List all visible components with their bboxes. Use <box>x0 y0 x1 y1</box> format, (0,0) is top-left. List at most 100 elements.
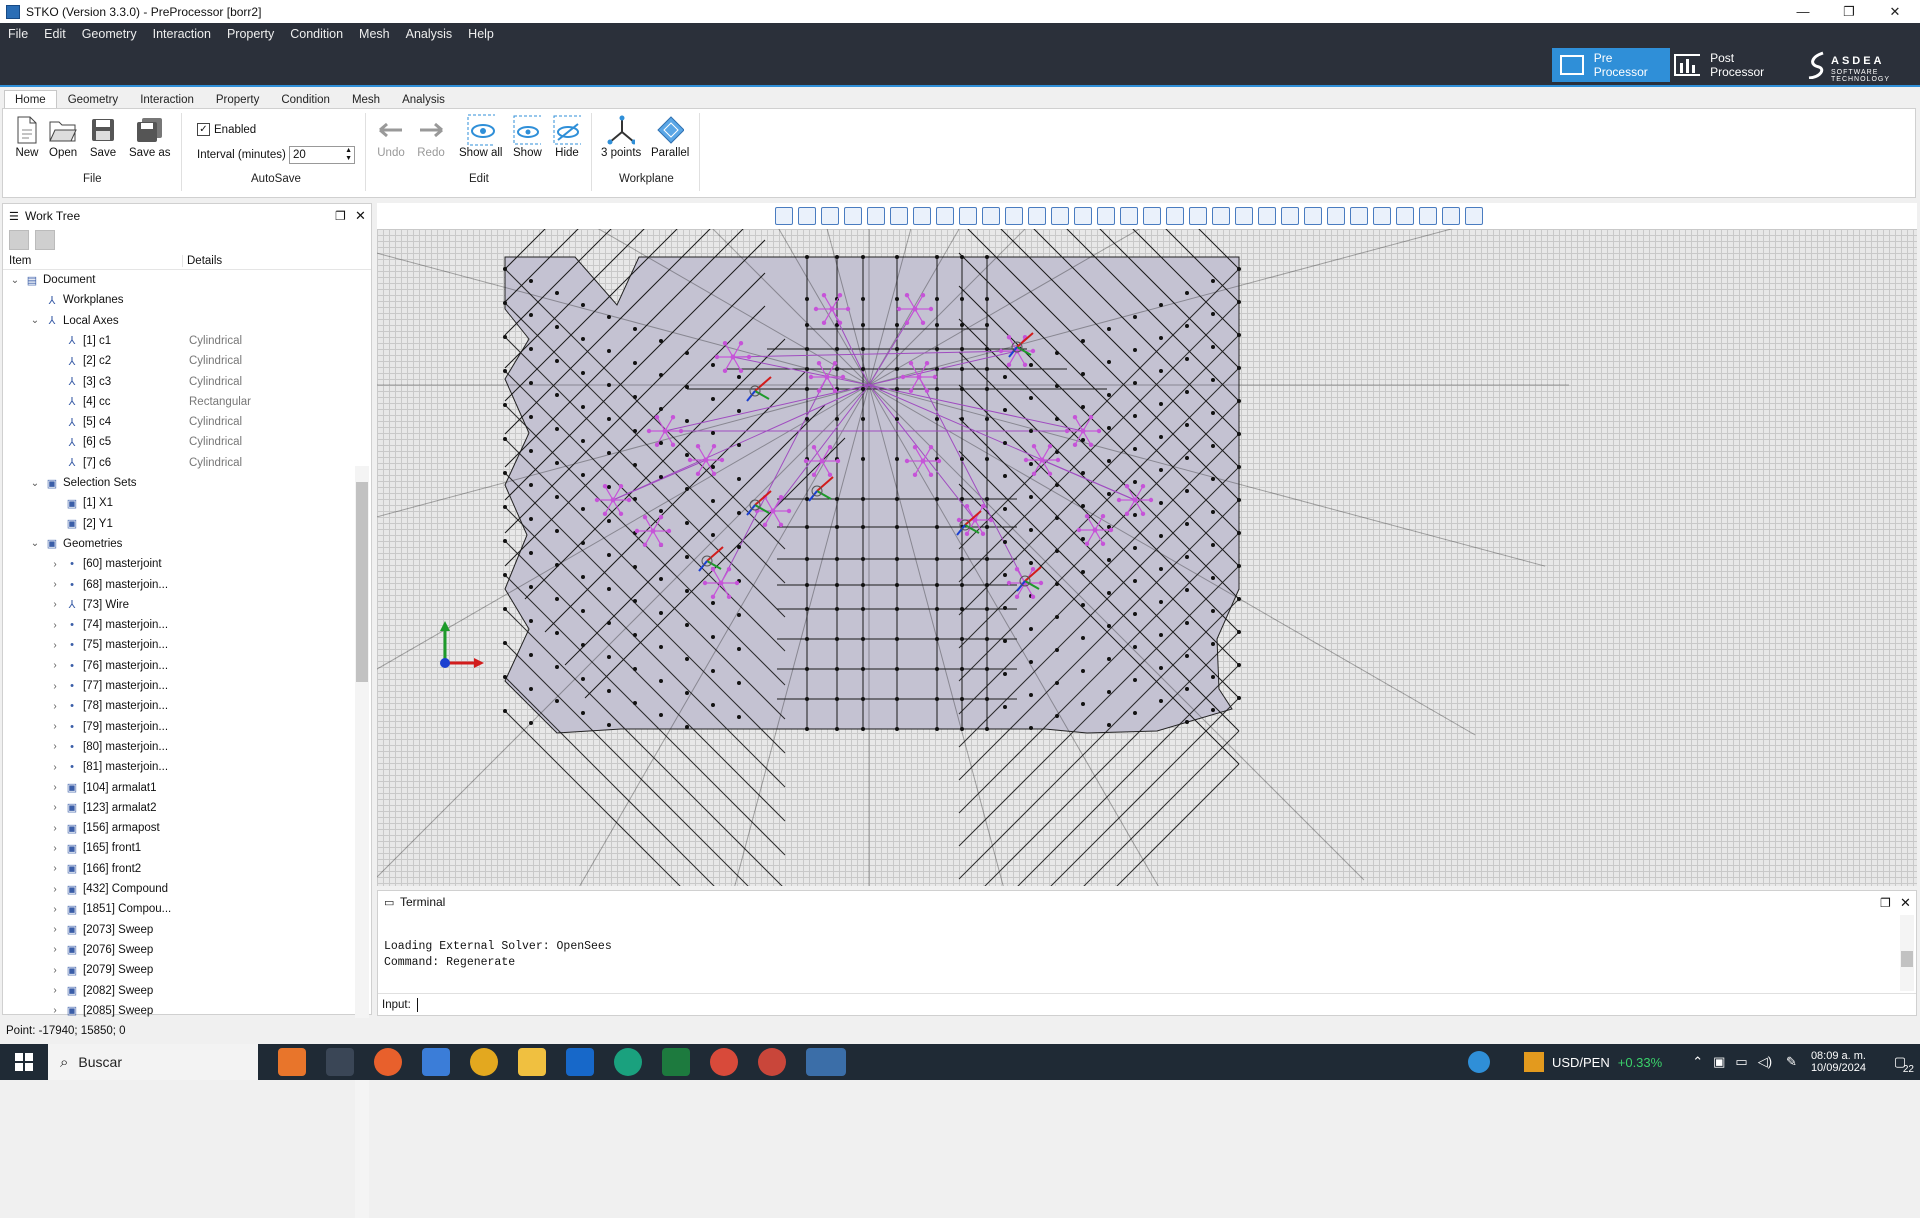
tree-row[interactable]: › • [81] masterjoin... <box>49 757 353 777</box>
save-button[interactable]: Save <box>89 115 117 159</box>
3d-viewport[interactable] <box>377 229 1917 886</box>
view-front-icon[interactable] <box>798 207 816 225</box>
chrome-icon[interactable] <box>470 1048 498 1076</box>
tab-geometry[interactable]: Geometry <box>57 90 130 109</box>
chrome-profile-2-icon[interactable] <box>758 1048 786 1076</box>
menu-condition[interactable]: Condition <box>282 27 351 41</box>
parallel-button[interactable]: Parallel <box>651 115 689 159</box>
chevron-right-icon[interactable]: › <box>49 823 61 834</box>
volume-icon[interactable]: ◁) <box>1758 1054 1772 1070</box>
firefox-icon[interactable] <box>374 1048 402 1076</box>
tree-row[interactable]: ⌄ ▣ Selection Sets <box>29 473 353 493</box>
edge-icon[interactable] <box>614 1048 642 1076</box>
terminal-input[interactable] <box>416 997 418 1012</box>
tree-row[interactable]: › ▣ [2076] Sweep <box>49 940 353 960</box>
filter-3-icon[interactable] <box>1396 207 1414 225</box>
chevron-right-icon[interactable]: › <box>49 579 61 590</box>
open-button[interactable]: Open <box>49 115 77 159</box>
measure-icon[interactable] <box>1120 207 1138 225</box>
chevron-right-icon[interactable]: › <box>49 884 61 895</box>
chevron-down-icon[interactable]: ⌄ <box>29 315 41 326</box>
perspective-icon[interactable] <box>1005 207 1023 225</box>
tree-row[interactable]: ▣ [1] X1 <box>49 493 353 513</box>
tree-row[interactable]: ⅄ [2] c2 Cylindrical <box>49 351 353 371</box>
taskbar-search[interactable]: ⌕ Buscar <box>48 1044 258 1080</box>
tree-row[interactable]: ⅄ [7] c6 Cylindrical <box>49 453 353 473</box>
tab-home[interactable]: Home <box>4 90 57 109</box>
float-panel-icon[interactable]: ❐ <box>1880 896 1891 910</box>
chevron-down-icon[interactable]: ⌄ <box>29 538 41 549</box>
render-2-icon[interactable] <box>1281 207 1299 225</box>
chevron-right-icon[interactable]: › <box>49 721 61 732</box>
visibility-icon[interactable] <box>936 207 954 225</box>
tree-row[interactable]: › ▣ [123] armalat2 <box>49 798 353 818</box>
tree-row[interactable]: ⅄ Workplanes <box>29 290 353 310</box>
tree-row[interactable]: › • [74] masterjoin... <box>49 615 353 635</box>
tree-row[interactable]: › ▣ [2073] Sweep <box>49 920 353 940</box>
filter-6-icon[interactable] <box>1465 207 1483 225</box>
menu-geometry[interactable]: Geometry <box>74 27 145 41</box>
view-back-icon[interactable] <box>821 207 839 225</box>
camera-icon[interactable]: ▣ <box>1713 1054 1725 1070</box>
tab-condition[interactable]: Condition <box>270 90 341 109</box>
tree-scrollbar[interactable] <box>355 466 369 1218</box>
stko-taskbar-icon[interactable] <box>806 1048 846 1076</box>
menu-interaction[interactable]: Interaction <box>145 27 219 41</box>
close-panel-icon[interactable]: ✕ <box>355 208 366 224</box>
chevron-right-icon[interactable]: › <box>49 863 61 874</box>
menu-help[interactable]: Help <box>460 27 502 41</box>
tab-mesh[interactable]: Mesh <box>341 90 391 109</box>
tree-row[interactable]: ▣ [2] Y1 <box>49 514 353 534</box>
filter-4-icon[interactable] <box>1419 207 1437 225</box>
outlook-icon[interactable] <box>566 1048 594 1076</box>
move-down-icon[interactable] <box>35 230 55 250</box>
excel-icon[interactable] <box>662 1048 690 1076</box>
tree-row[interactable]: › ▣ [432] Compound <box>49 879 353 899</box>
tree-row[interactable]: ⅄ [1] c1 Cylindrical <box>49 331 353 351</box>
windows-start-icon[interactable] <box>0 1044 48 1080</box>
select-box-icon[interactable] <box>1212 207 1230 225</box>
tab-property[interactable]: Property <box>205 90 270 109</box>
ticker-label[interactable]: USD/PEN <box>1552 1055 1610 1070</box>
filter-2-icon[interactable] <box>1373 207 1391 225</box>
view-top-icon[interactable] <box>890 207 908 225</box>
render-1-icon[interactable] <box>1258 207 1276 225</box>
tree-row[interactable]: › • [60] masterjoint <box>49 554 353 574</box>
render-3-icon[interactable] <box>1304 207 1322 225</box>
close-panel-icon[interactable]: ✕ <box>1900 895 1911 911</box>
visibility-3-icon[interactable] <box>982 207 1000 225</box>
chevron-right-icon[interactable]: › <box>49 762 61 773</box>
pen-icon[interactable]: ✎ <box>1786 1054 1797 1070</box>
chevron-right-icon[interactable]: › <box>49 1005 61 1016</box>
terminal-scrollbar[interactable] <box>1900 915 1914 991</box>
col-details[interactable]: Details <box>183 255 222 267</box>
tab-analysis[interactable]: Analysis <box>391 90 456 109</box>
chevron-right-icon[interactable]: › <box>49 599 61 610</box>
pre-processor-button[interactable]: Pre Processor <box>1552 48 1670 82</box>
redo-button[interactable]: Redo <box>417 115 445 159</box>
menu-edit[interactable]: Edit <box>36 27 74 41</box>
chevron-down-icon[interactable]: ⌄ <box>29 478 41 489</box>
tree-row[interactable]: ⅄ [6] c5 Cylindrical <box>49 432 353 452</box>
chevron-down-icon[interactable]: ⌄ <box>9 275 21 286</box>
chevron-right-icon[interactable]: › <box>49 843 61 854</box>
move-up-icon[interactable] <box>9 230 29 250</box>
visibility-2-icon[interactable] <box>959 207 977 225</box>
tree-row[interactable]: › ▣ [104] armalat1 <box>49 778 353 798</box>
save-as-button[interactable]: Save as <box>129 115 171 159</box>
autosave-enabled-checkbox[interactable]: ✓ Enabled <box>197 123 256 136</box>
menu-property[interactable]: Property <box>219 27 282 41</box>
restore-button[interactable]: ❐ <box>1826 0 1872 23</box>
screenshot-icon[interactable] <box>1097 207 1115 225</box>
tree-row[interactable]: › • [77] masterjoin... <box>49 676 353 696</box>
zoom-fit-icon[interactable] <box>1051 207 1069 225</box>
grid-2-icon[interactable] <box>1166 207 1184 225</box>
clock[interactable]: 08:09 a. m. 10/09/2024 <box>1811 1050 1866 1074</box>
chevron-right-icon[interactable]: › <box>49 985 61 996</box>
menu-analysis[interactable]: Analysis <box>398 27 461 41</box>
filter-1-icon[interactable] <box>1350 207 1368 225</box>
tree-row[interactable]: › ▣ [1851] Compou... <box>49 899 353 919</box>
chevron-right-icon[interactable]: › <box>49 681 61 692</box>
store-icon[interactable] <box>422 1048 450 1076</box>
render-4-icon[interactable] <box>1327 207 1345 225</box>
